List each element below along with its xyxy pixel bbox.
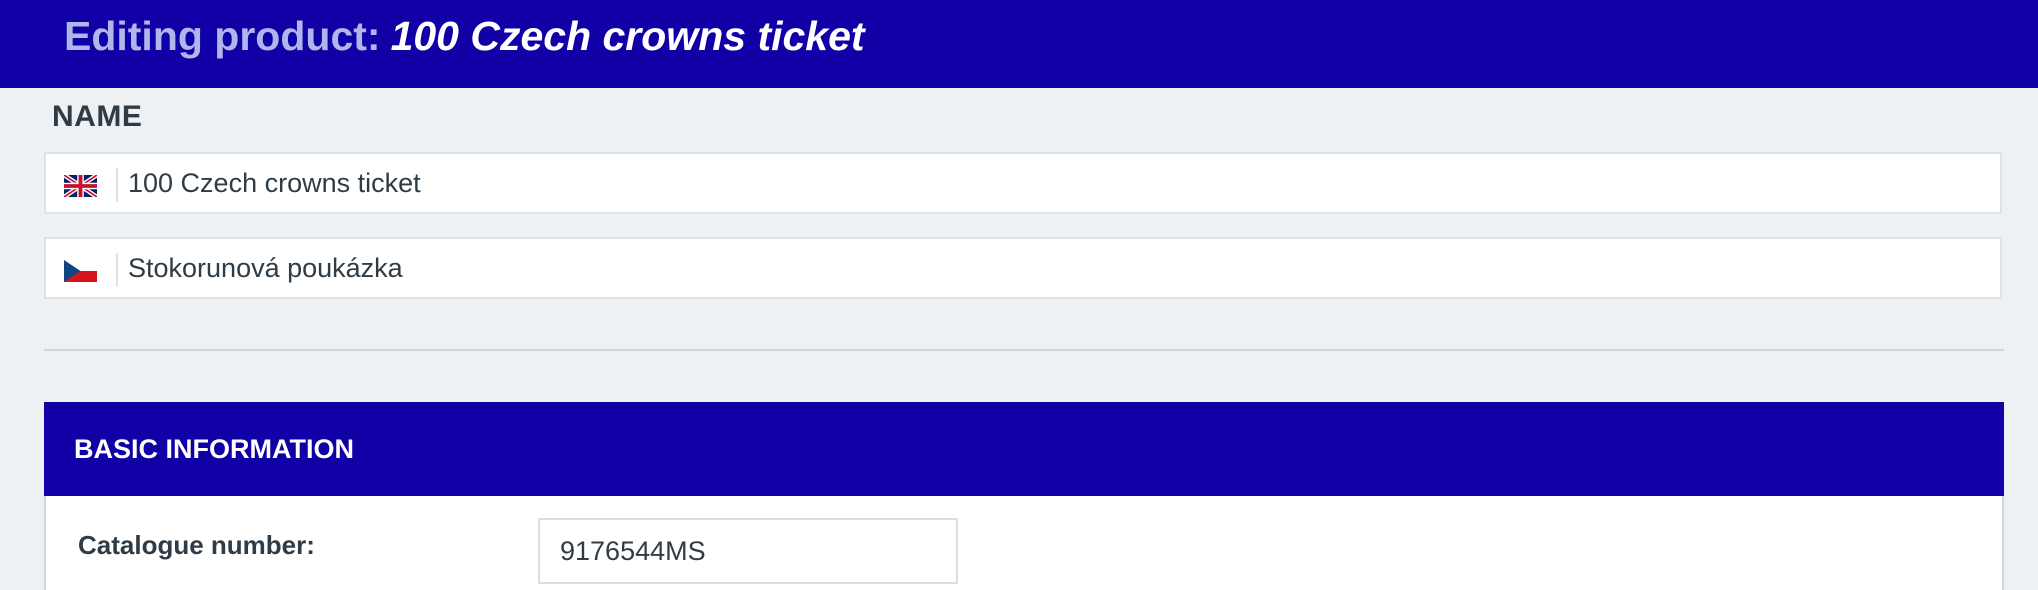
name-input-english	[44, 152, 2002, 214]
section-divider	[44, 349, 2004, 351]
basic-information-panel: BASIC INFORMATION Catalogue number:	[44, 402, 2004, 590]
page-title-product-name: 100 Czech crowns ticket	[390, 13, 865, 59]
name-section-label: NAME	[52, 100, 143, 133]
catalogue-number-input[interactable]	[538, 518, 958, 584]
page-header: Editing product: 100 Czech crowns ticket	[0, 0, 2038, 88]
basic-information-header: BASIC INFORMATION	[44, 402, 2004, 496]
flag-separator	[116, 253, 118, 287]
name-field-czech[interactable]	[128, 239, 1988, 297]
page-title: Editing product: 100 Czech crowns ticket	[64, 12, 865, 60]
uk-flag-icon	[64, 175, 97, 197]
page-title-prefix: Editing product:	[64, 13, 381, 59]
flag-separator	[116, 168, 118, 202]
name-input-czech	[44, 237, 2002, 299]
catalogue-number-label: Catalogue number:	[78, 530, 315, 560]
name-field-english[interactable]	[128, 154, 1988, 212]
basic-information-title: BASIC INFORMATION	[74, 434, 354, 464]
cz-flag-icon	[64, 260, 97, 282]
